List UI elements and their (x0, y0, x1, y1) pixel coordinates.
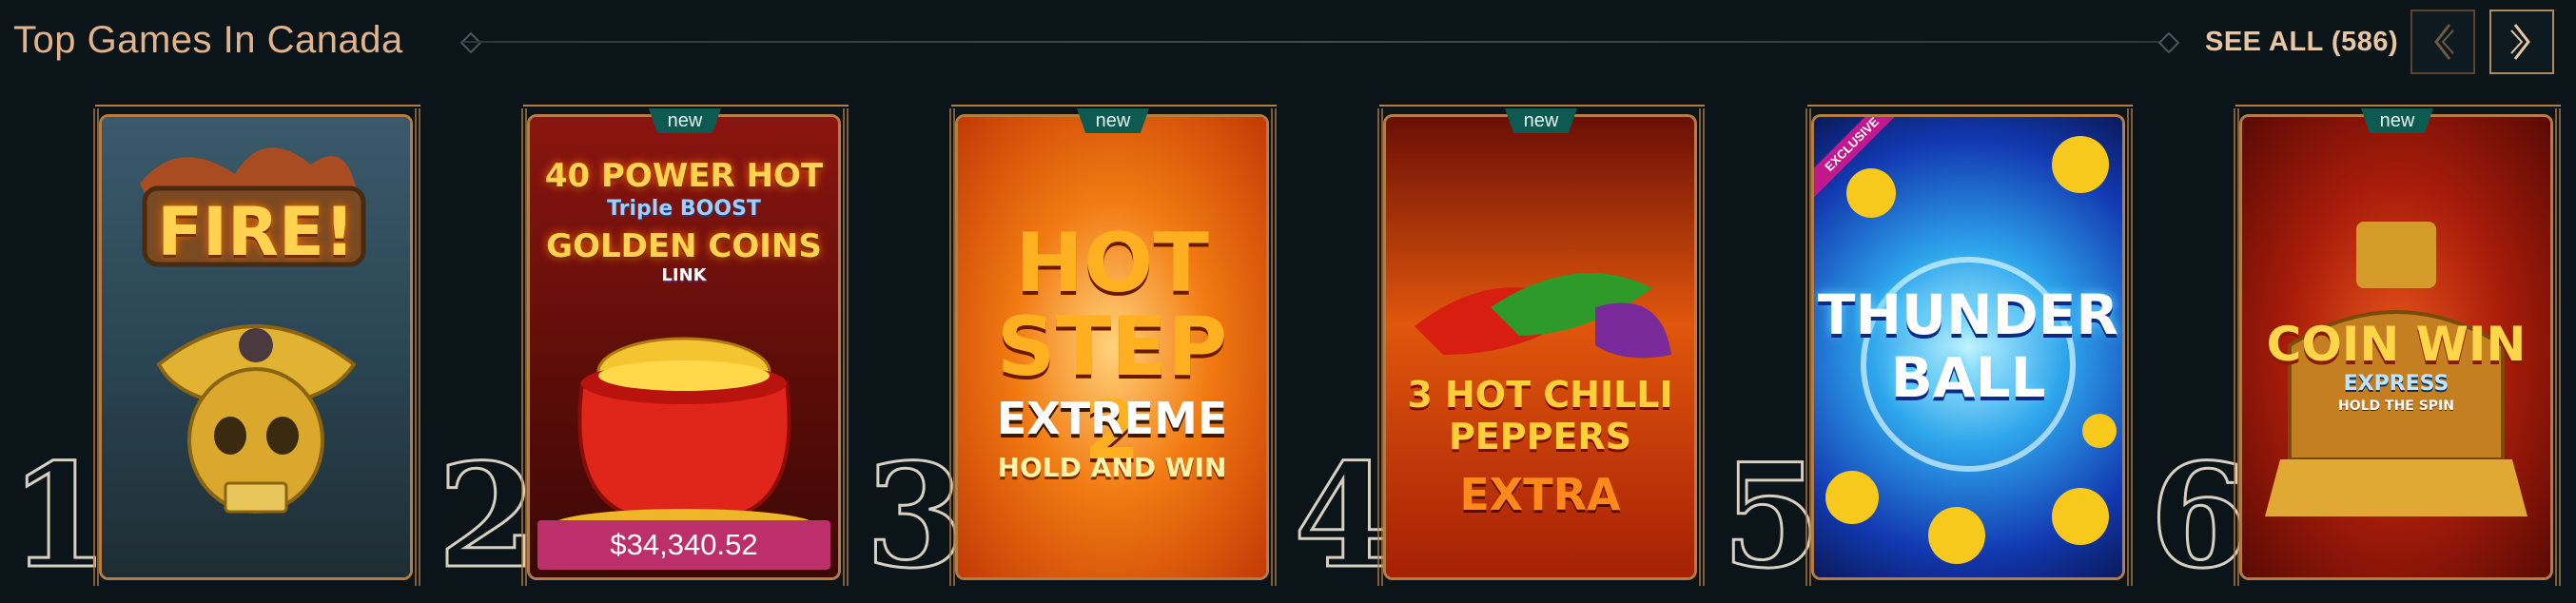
game-slot-5: 5 EXCLUSIVE THUNDER BALL (1720, 105, 2133, 592)
game-title: COIN WIN (2266, 317, 2527, 372)
game-subtitle: Triple BOOST (607, 197, 761, 221)
pirate-skull-icon (140, 147, 366, 514)
chevron-right-icon (2510, 24, 2530, 60)
game-artwork (102, 117, 410, 577)
card-frame (415, 108, 420, 586)
divider-left-diamond (459, 31, 482, 54)
divider-right-diamond (2157, 31, 2180, 54)
game-subtitle: EXTRA (1459, 469, 1621, 520)
new-badge: new (2361, 108, 2433, 133)
section-title: Top Games In Canada (13, 19, 403, 61)
chevron-left-icon (2434, 24, 2454, 60)
section-divider (464, 41, 2167, 43)
card-frame (843, 108, 849, 586)
game-card[interactable]: EXCLUSIVE THUNDER BALL (1811, 114, 2125, 580)
game-title-3: HOLD AND WIN (997, 452, 1227, 483)
game-title: 3 HOT CHILLI PEPPERS (1407, 374, 1673, 457)
game-title: THUNDER BALL (1817, 282, 2119, 410)
game-slot-1: 1 FIRE! (8, 105, 420, 592)
card-frame (1699, 108, 1705, 586)
game-title-3: HOLD THE SPIN (2337, 399, 2454, 414)
prev-button[interactable] (2410, 10, 2475, 74)
card-frame (95, 105, 420, 114)
new-badge: new (1077, 108, 1149, 133)
game-title: 40 POWER HOT (544, 157, 824, 195)
game-slot-2: 2 new 40 POWER HOT Triple BOOST GOLDEN C… (436, 105, 849, 592)
game-card[interactable]: 3 HOT CHILLI PEPPERS EXTRA (1383, 114, 1697, 580)
new-badge: new (649, 108, 721, 133)
section-header: Top Games In Canada SEE ALL (586) (0, 0, 2576, 86)
game-card[interactable]: 40 POWER HOT Triple BOOST GOLDEN COINS L… (527, 114, 841, 580)
game-card[interactable]: FIRE! (99, 114, 413, 580)
jackpot-amount: $34,340.52 (537, 520, 830, 570)
game-card[interactable]: COIN WIN EXPRESS HOLD THE SPIN (2239, 114, 2553, 580)
game-subtitle: EXTREME (996, 393, 1228, 444)
game-slot-3: 3 new HOT STEP 2 EXTREME HOLD AND WIN (864, 105, 1277, 592)
game-slot-6: 6 new COIN WIN EXPRESS HOLD THE SPIN (2148, 105, 2561, 592)
see-all-link[interactable]: SEE ALL (586) (2205, 27, 2398, 58)
game-card[interactable]: HOT STEP 2 EXTREME HOLD AND WIN (955, 114, 1269, 580)
game-slot-4: 4 new 3 HOT CHILLI PEPPERS EXTRA (1292, 105, 1705, 592)
game-title-2: GOLDEN COINS (546, 227, 822, 265)
next-button[interactable] (2489, 10, 2554, 74)
card-frame (1807, 105, 2133, 114)
game-subtitle: EXPRESS (2343, 372, 2449, 396)
card-frame (2555, 108, 2561, 586)
card-frame (1271, 108, 1277, 586)
game-title: FIRE! (157, 193, 355, 271)
card-frame (2127, 108, 2133, 586)
game-title-3: LINK (661, 265, 707, 285)
new-badge: new (1505, 108, 1577, 133)
